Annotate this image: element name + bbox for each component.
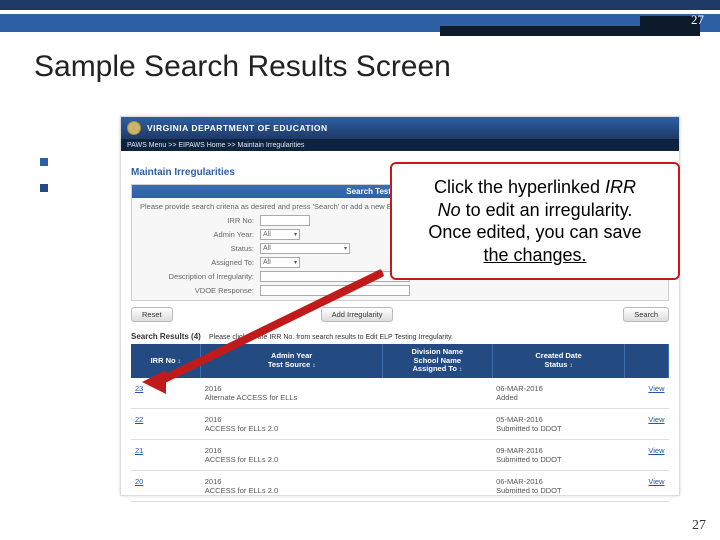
view-link[interactable]: View	[625, 471, 669, 502]
label-status: Status:	[140, 244, 260, 253]
callout: Click the hyperlinked IRR No to edit an …	[390, 162, 680, 280]
sort-icon: ↕	[570, 363, 573, 369]
button-row: Reset Add Irregularity Search	[131, 307, 669, 322]
view-link[interactable]: View	[625, 378, 669, 409]
table-row: 22 2016ACCESS for ELLs 2.0 05-MAR-2016Su…	[131, 409, 669, 440]
table-row: 21 2016ACCESS for ELLs 2.0 09-MAR-2016Su…	[131, 440, 669, 471]
irr-no-link[interactable]: 20	[131, 471, 201, 502]
slide-title: Sample Search Results Screen	[34, 50, 451, 84]
irr-no-link[interactable]: 22	[131, 409, 201, 440]
square-bullet-icon	[40, 158, 48, 166]
label-description: Description of Irregularity:	[140, 272, 260, 281]
sort-icon: ↕	[312, 363, 315, 369]
label-admin-year: Admin Year:	[140, 230, 260, 239]
view-link[interactable]: View	[625, 409, 669, 440]
label-irr-no: IRR No:	[140, 216, 260, 225]
add-irregularity-button[interactable]: Add Irregularity	[321, 307, 394, 322]
sort-icon: ↕	[178, 359, 181, 365]
seal-icon	[127, 121, 141, 135]
irr-no-input[interactable]	[260, 215, 310, 226]
page-number-top: 27	[691, 12, 704, 28]
sort-icon: ↕	[459, 367, 462, 373]
label-vdoe-response: VDOE Response:	[140, 286, 260, 295]
app-header: VIRGINIA DEPARTMENT OF EDUCATION	[121, 117, 679, 139]
results-table: IRR No ↕ Admin YearTest Source ↕ Divisio…	[131, 344, 669, 502]
app-header-title: VIRGINIA DEPARTMENT OF EDUCATION	[147, 123, 328, 133]
page-number-bottom: 27	[692, 518, 706, 534]
description-input[interactable]	[260, 271, 410, 282]
decor-bar	[0, 0, 720, 10]
slide: 27 Sample Search Results Screen VIRGINIA…	[0, 0, 720, 540]
view-link[interactable]: View	[625, 440, 669, 471]
chevron-down-icon: ▾	[344, 245, 347, 252]
results-header: Search Results (4) Please click on the I…	[131, 332, 669, 341]
col-created[interactable]: Created DateStatus ↕	[492, 344, 625, 378]
reset-button[interactable]: Reset	[131, 307, 173, 322]
col-empty	[625, 344, 669, 378]
callout-arrowhead-icon	[142, 370, 166, 394]
chevron-down-icon: ▾	[294, 259, 297, 266]
chevron-down-icon: ▾	[294, 231, 297, 238]
square-bullet-icon	[40, 184, 48, 192]
admin-year-select[interactable]: All▾	[260, 229, 300, 240]
col-division[interactable]: Division NameSchool NameAssigned To ↕	[382, 344, 492, 378]
assigned-to-select[interactable]: All▾	[260, 257, 300, 268]
status-select[interactable]: All▾	[260, 243, 350, 254]
irr-no-link[interactable]: 21	[131, 440, 201, 471]
table-row: 20 2016ACCESS for ELLs 2.0 06-MAR-2016Su…	[131, 471, 669, 502]
table-row: 23 2016Alternate ACCESS for ELLs 06-MAR-…	[131, 378, 669, 409]
label-assigned-to: Assigned To:	[140, 258, 260, 267]
search-button[interactable]: Search	[623, 307, 669, 322]
breadcrumb: PAWS Menu >> EIPAWS Home >> Maintain Irr…	[121, 139, 679, 151]
